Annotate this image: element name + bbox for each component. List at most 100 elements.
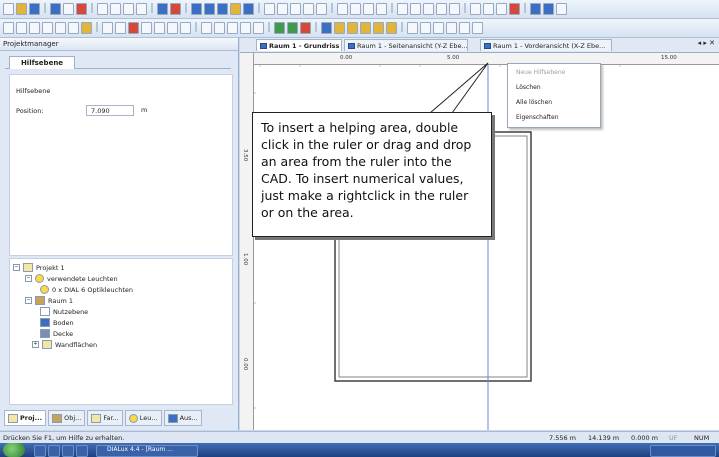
tool5-icon[interactable] [253,22,264,34]
misc2-icon[interactable] [420,22,431,34]
draw-icon[interactable] [81,22,92,34]
tab-side-view[interactable]: Raum 1 - Seitenansicht (Y-Z Ebe... [344,39,468,51]
zoom-icon[interactable] [303,3,314,15]
dim4-icon[interactable] [42,22,53,34]
render2-icon[interactable] [334,22,345,34]
zoom-out-icon[interactable] [316,3,327,15]
dim3-icon[interactable] [29,22,40,34]
quicklaunch-2[interactable] [48,445,60,457]
expand-icon[interactable]: + [32,341,39,348]
obj7-icon[interactable] [180,22,191,34]
tree-project[interactable]: − Projekt 1 [13,263,65,272]
undo-icon[interactable] [157,3,168,15]
paste-icon[interactable] [123,3,134,15]
tab-objects[interactable]: Obj... [48,410,86,426]
calc-icon[interactable] [217,3,228,15]
copy-icon[interactable] [110,3,121,15]
tab-output[interactable]: Aus... [163,410,202,426]
red-arrow-icon[interactable] [300,22,311,34]
tree-used-luminaires[interactable]: − verwendete Leuchten [25,274,118,283]
tab-project[interactable]: Proj... [4,410,47,426]
dim6-icon[interactable] [68,22,79,34]
view-side-icon[interactable] [363,3,374,15]
tab-navigation[interactable]: ◂ ▸ ✕ [698,39,715,47]
dim5-icon[interactable] [55,22,66,34]
tile-icon[interactable] [543,3,554,15]
tab-floor-plan[interactable]: Raum 1 - Grundriss [256,39,342,51]
obj1-icon[interactable] [102,22,113,34]
measure-icon[interactable] [423,3,434,15]
obj2-icon[interactable] [115,22,126,34]
tree-floor[interactable]: Boden [40,318,74,327]
tool4-icon[interactable] [240,22,251,34]
window-icon[interactable] [530,3,541,15]
tree-luminaire-item[interactable]: 0 x DIAL 6 Optikleuchten [40,285,133,294]
obj5-icon[interactable] [154,22,165,34]
obj4-icon[interactable] [141,22,152,34]
open-icon[interactable] [16,3,27,15]
position-input[interactable]: 7.090 [86,105,134,116]
render5-icon[interactable] [373,22,384,34]
quicklaunch-4[interactable] [76,445,88,457]
room-wizard-icon[interactable] [191,3,202,15]
tool1-icon[interactable] [201,22,212,34]
render4-icon[interactable] [360,22,371,34]
flag-icon[interactable] [509,3,520,15]
menu-item-new-helping-area[interactable]: Neue Hilfsebene [516,69,565,76]
render1-icon[interactable] [321,22,332,34]
rotate-icon[interactable] [290,3,301,15]
tab-colors[interactable]: Far... [87,410,123,426]
view-top-icon[interactable] [350,3,361,15]
align-icon[interactable] [470,3,481,15]
tab-hilfsebene[interactable]: Hilfsebene [9,56,75,69]
save-icon[interactable] [29,3,40,15]
collapse-icon[interactable]: − [25,275,32,282]
ortho-icon[interactable] [436,3,447,15]
collapse-icon[interactable]: − [25,297,32,304]
green-arrow2-icon[interactable] [287,22,298,34]
render6-icon[interactable] [386,22,397,34]
array-icon[interactable] [496,3,507,15]
dim2-icon[interactable] [16,22,27,34]
tree-room[interactable]: − Raum 1 [25,296,73,305]
misc4-icon[interactable] [446,22,457,34]
menu-item-properties[interactable]: Eigenschaften [516,114,559,121]
tree-walls[interactable]: + Wandflächen [32,340,97,349]
preview-icon[interactable] [63,3,74,15]
tree-useful-plane[interactable]: Nutzebene [40,307,88,316]
new-icon[interactable] [3,3,14,15]
green-arrow-icon[interactable] [274,22,285,34]
move-icon[interactable] [277,3,288,15]
cad-view[interactable]: m 0.00 5.00 15.00 3.50 1.00 0.00 Neue Hi… [240,53,719,430]
light-icon[interactable] [230,3,241,15]
mirror-icon[interactable] [483,3,494,15]
output-icon[interactable] [243,3,254,15]
misc6-icon[interactable] [472,22,483,34]
snap-icon[interactable] [410,3,421,15]
obj3-icon[interactable] [128,22,139,34]
pdf-icon[interactable] [76,3,87,15]
tab-front-view[interactable]: Raum 1 - Vorderansicht (X-Z Ebe... [480,39,612,51]
luminaire-icon[interactable] [204,3,215,15]
delete-icon[interactable] [136,3,147,15]
misc5-icon[interactable] [459,22,470,34]
quicklaunch-3[interactable] [62,445,74,457]
render3-icon[interactable] [347,22,358,34]
redo-icon[interactable] [170,3,181,15]
quicklaunch-1[interactable] [34,445,46,457]
menu-item-delete[interactable]: Löschen [516,84,541,91]
select-icon[interactable] [264,3,275,15]
collapse-icon[interactable]: − [13,264,20,271]
start-button[interactable] [3,443,25,457]
grid-icon[interactable] [397,3,408,15]
misc1-icon[interactable] [407,22,418,34]
obj6-icon[interactable] [167,22,178,34]
tool3-icon[interactable] [227,22,238,34]
polar-icon[interactable] [449,3,460,15]
help-icon[interactable] [556,3,567,15]
view-front-icon[interactable] [376,3,387,15]
taskbar-app-dialux[interactable]: DIALux 4.4 - [Raum ... [96,445,198,457]
menu-item-delete-all[interactable]: Alle löschen [516,99,552,106]
dim-icon[interactable] [3,22,14,34]
tree-ceiling[interactable]: Decke [40,329,73,338]
